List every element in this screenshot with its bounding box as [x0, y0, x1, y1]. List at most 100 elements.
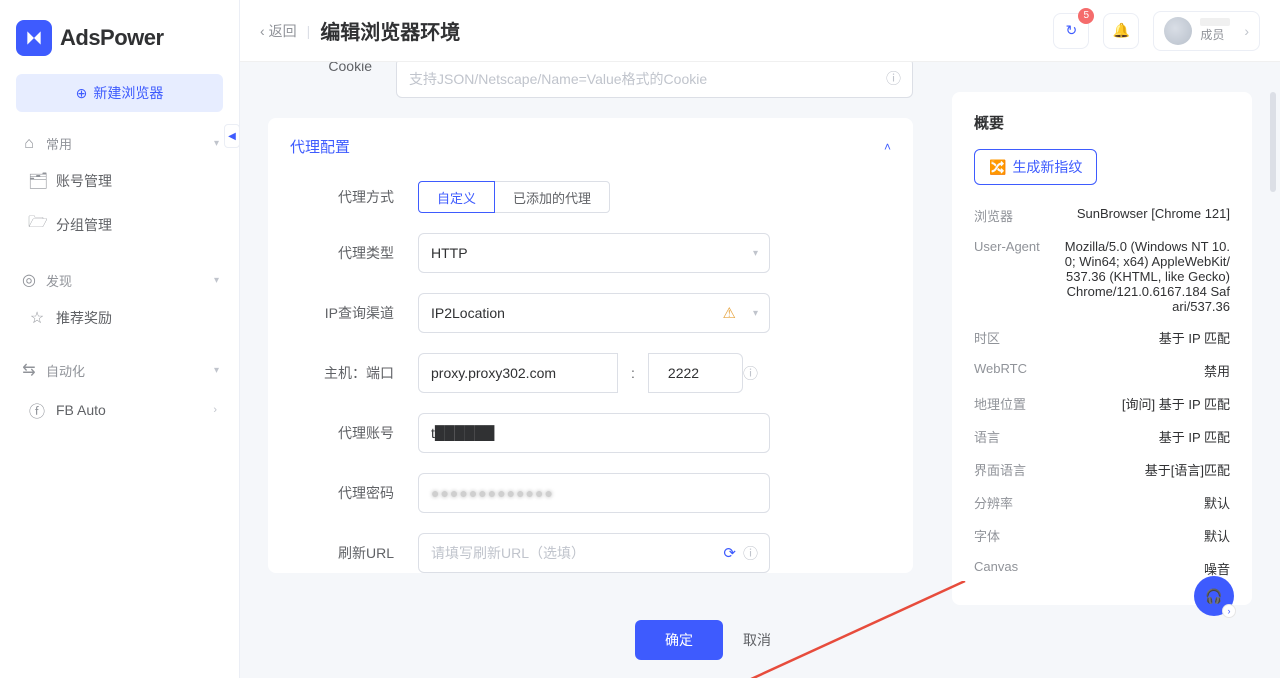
- brand-name: AdsPower: [60, 25, 164, 51]
- refresh-icon[interactable]: ⟳: [723, 544, 736, 562]
- overview-row: 字体默认: [974, 519, 1230, 552]
- sidebar-item-label: FB Auto: [56, 402, 106, 418]
- overview-key: 浏览器: [974, 206, 1062, 225]
- shuffle-icon: 🔀: [989, 159, 1006, 176]
- overview-value: 基于[语言]匹配: [1062, 460, 1230, 479]
- sync-button[interactable]: ↻ 5: [1053, 13, 1089, 49]
- fb-icon: ⓕ: [28, 398, 46, 422]
- confirm-button[interactable]: 确定: [635, 620, 723, 660]
- scrollbar-thumb[interactable]: [1270, 92, 1276, 192]
- main-content: Cookie 支持JSON/Netscape/Name=Value格式的Cook…: [240, 62, 1280, 678]
- divider: |: [307, 23, 311, 39]
- avatar: [1164, 17, 1192, 45]
- bell-icon: 🔔: [1113, 22, 1130, 39]
- sidebar: AdsPower ⊕ 新建浏览器 ◀ ⌂ 常用 ▾ 🗂 账号管理 🗁 分组管理 …: [0, 0, 240, 678]
- chevron-left-icon: ‹: [260, 23, 265, 39]
- plus-icon: ⊕: [76, 85, 88, 102]
- back-button[interactable]: ‹ 返回: [260, 21, 297, 41]
- sidebar-group-label: 自动化: [46, 361, 85, 380]
- chevron-right-icon: ›: [213, 404, 217, 416]
- notifications-button[interactable]: 🔔: [1103, 13, 1139, 49]
- support-fab[interactable]: 🎧 ›: [1194, 576, 1234, 616]
- sync-icon: ↻: [1065, 22, 1077, 39]
- scrollbar[interactable]: [1270, 92, 1276, 622]
- sync-badge: 5: [1078, 8, 1094, 24]
- proxy-panel-header[interactable]: 代理配置 ˄: [268, 118, 913, 175]
- proxy-type-select[interactable]: HTTP ▾: [418, 233, 770, 273]
- sidebar-group-discover[interactable]: ◎ 发现 ▾: [16, 262, 223, 298]
- overview-key: 界面语言: [974, 460, 1062, 479]
- sidebar-group-common[interactable]: ⌂ 常用 ▾: [16, 126, 223, 161]
- chevron-up-icon: ˄: [884, 140, 891, 154]
- cancel-button[interactable]: 取消: [743, 630, 771, 650]
- overview-row: 浏览器SunBrowser [Chrome 121]: [974, 199, 1230, 232]
- query-channel-select[interactable]: IP2Location ▾: [418, 293, 770, 333]
- overview-value: [询问] 基于 IP 匹配: [1062, 394, 1230, 413]
- overview-key: User-Agent: [974, 239, 1062, 314]
- generate-fingerprint-button[interactable]: 🔀 生成新指纹: [974, 149, 1097, 185]
- home-icon: ⌂: [20, 135, 38, 153]
- sidebar-group-label: 发现: [46, 271, 72, 290]
- overview-key: 分辨率: [974, 493, 1062, 512]
- refresh-url-input[interactable]: [418, 533, 770, 573]
- overview-value: 基于 IP 匹配: [1062, 427, 1230, 446]
- page-header: ‹ 返回 | 编辑浏览器环境 ↻ 5 🔔 成员 ›: [240, 0, 1280, 62]
- host-port-label: 主机：端口: [290, 363, 418, 383]
- proxy-type-label: 代理类型: [290, 243, 418, 263]
- overview-value: SunBrowser [Chrome 121]: [1062, 206, 1230, 225]
- proxy-pass-input[interactable]: ●●●●●●●●●●●●●: [418, 473, 770, 513]
- cookie-label: Cookie: [268, 62, 396, 74]
- brand-logo[interactable]: AdsPower: [16, 20, 223, 56]
- chevron-down-icon: ▾: [214, 275, 219, 286]
- overview-value: 默认: [1062, 526, 1230, 545]
- sidebar-item-label: 账号管理: [56, 171, 112, 191]
- chevron-down-icon: ▾: [214, 138, 219, 149]
- overview-key: 时区: [974, 328, 1062, 347]
- refresh-url-label: 刷新URL: [290, 543, 418, 563]
- chevron-down-icon: ▾: [753, 308, 758, 319]
- chevron-right-icon: ›: [1244, 23, 1249, 39]
- sidebar-item-account-manage[interactable]: 🗂 账号管理: [16, 161, 223, 201]
- sidebar-group-automation[interactable]: ⇆ 自动化 ▾: [16, 352, 223, 388]
- sidebar-item-fb-auto[interactable]: ⓕ FB Auto ›: [16, 388, 223, 432]
- query-channel-label: IP查询渠道: [290, 303, 418, 323]
- overview-row: WebRTC禁用: [974, 354, 1230, 387]
- proxy-method-segment: 自定义 已添加的代理: [418, 181, 610, 213]
- info-icon[interactable]: ⓘ: [743, 363, 758, 384]
- proxy-port-input[interactable]: [648, 353, 743, 393]
- new-browser-label: 新建浏览器: [93, 83, 163, 103]
- overview-key: 地理位置: [974, 394, 1062, 413]
- overview-row: 界面语言基于[语言]匹配: [974, 453, 1230, 486]
- member-name-redacted: [1200, 18, 1230, 26]
- overview-value: Mozilla/5.0 (Windows NT 10.0; Win64; x64…: [1062, 239, 1230, 314]
- proxy-user-input[interactable]: [418, 413, 770, 453]
- generate-fingerprint-label: 生成新指纹: [1012, 157, 1082, 177]
- overview-row: 地理位置[询问] 基于 IP 匹配: [974, 387, 1230, 420]
- new-browser-button[interactable]: ⊕ 新建浏览器: [16, 74, 223, 112]
- proxy-host-input[interactable]: [418, 353, 618, 393]
- sidebar-group-label: 常用: [46, 134, 72, 153]
- overview-value: 噪音: [1062, 559, 1230, 578]
- star-icon: ☆: [28, 308, 46, 328]
- overview-row: 分辨率默认: [974, 486, 1230, 519]
- overview-row: 语言基于 IP 匹配: [974, 420, 1230, 453]
- proxy-method-added[interactable]: 已添加的代理: [494, 181, 610, 213]
- automation-icon: ⇆: [20, 360, 38, 380]
- sidebar-collapse-toggle[interactable]: ◀: [224, 124, 240, 148]
- info-icon[interactable]: ⓘ: [743, 543, 758, 564]
- proxy-panel-title: 代理配置: [290, 136, 350, 157]
- cookie-textarea[interactable]: 支持JSON/Netscape/Name=Value格式的Cookie: [396, 62, 913, 98]
- overview-panel: 概要 🔀 生成新指纹 浏览器SunBrowser [Chrome 121]Use…: [952, 92, 1252, 605]
- host-port-separator: :: [618, 365, 648, 381]
- sidebar-item-label: 推荐奖励: [56, 308, 112, 328]
- overview-key: WebRTC: [974, 361, 1062, 380]
- proxy-method-custom[interactable]: 自定义: [418, 181, 495, 213]
- proxy-panel: 代理配置 ˄ 代理方式 自定义 已添加的代理 代理类型 HTTP: [268, 118, 913, 573]
- sidebar-item-rewards[interactable]: ☆ 推荐奖励: [16, 298, 223, 338]
- proxy-type-value: HTTP: [431, 245, 468, 261]
- warning-icon[interactable]: ⚠: [723, 304, 736, 322]
- member-menu[interactable]: 成员 ›: [1153, 11, 1260, 51]
- info-icon[interactable]: ⓘ: [886, 68, 901, 89]
- overview-row: User-AgentMozilla/5.0 (Windows NT 10.0; …: [974, 232, 1230, 321]
- sidebar-item-group-manage[interactable]: 🗁 分组管理: [16, 201, 223, 248]
